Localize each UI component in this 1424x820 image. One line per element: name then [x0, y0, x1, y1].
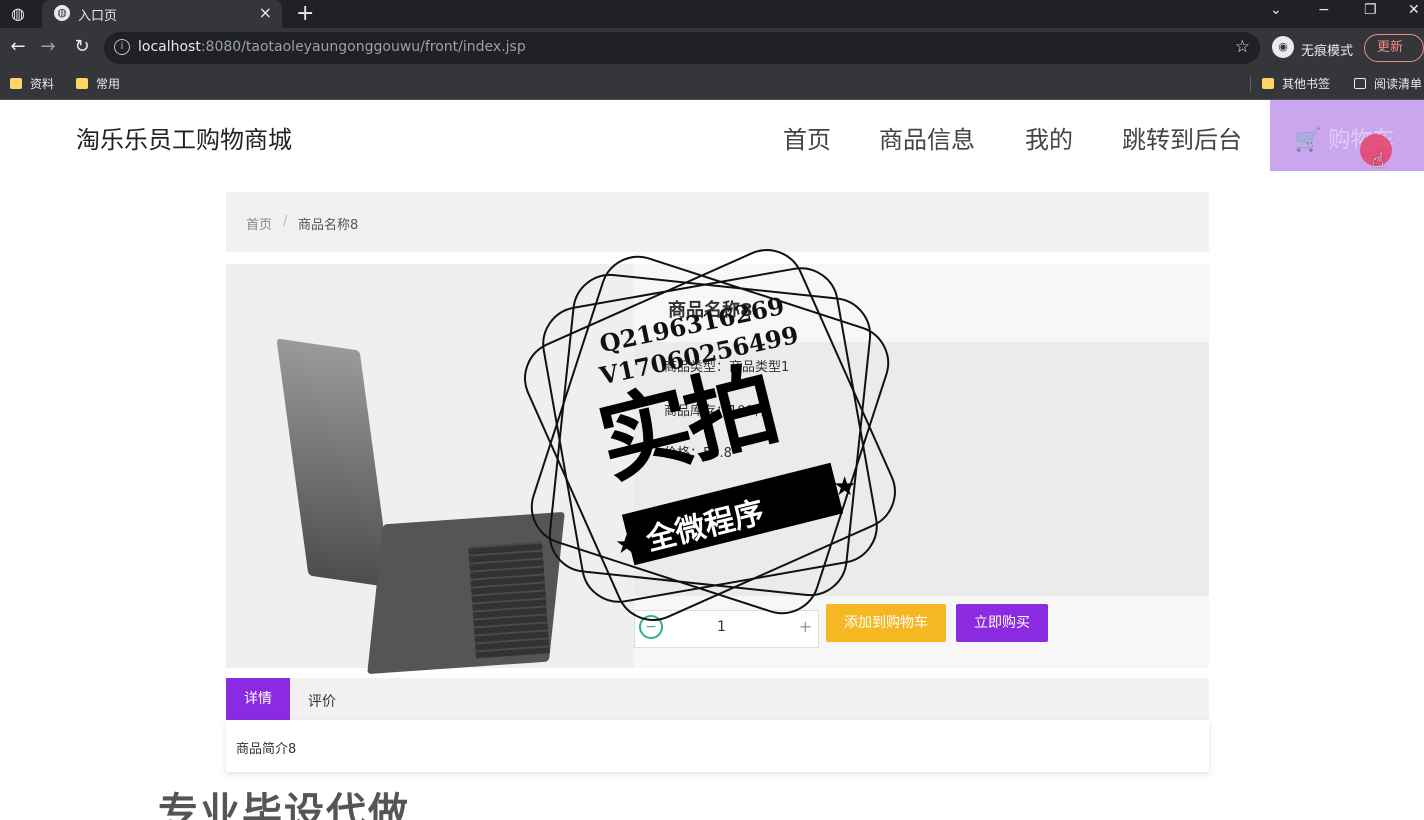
info-icon[interactable]: i [114, 39, 130, 55]
url-path: :8080/taotaoleyaungonggouwu/front/index.… [200, 39, 526, 55]
url-text[interactable]: localhost:8080/taotaoleyaungonggouwu/fro… [138, 39, 526, 55]
bookmark-label: 阅读清单 [1374, 77, 1423, 91]
reading-list-icon [1354, 78, 1366, 89]
nav-products[interactable]: 商品信息 [879, 120, 975, 155]
minimize-icon[interactable]: − [1318, 2, 1330, 18]
quantity-stepper[interactable]: − 1 + [634, 610, 819, 648]
breadcrumb-current: 商品名称8 [298, 218, 359, 233]
product-type: 商品类型：商品类型1 [664, 360, 790, 375]
new-tab-button[interactable]: + [296, 1, 314, 26]
folder-icon [10, 78, 22, 89]
bookmark-folder-changyong[interactable]: 常用 [76, 75, 120, 92]
reading-list[interactable]: 阅读清单 [1354, 75, 1422, 92]
cart-icon: 🛒 [1294, 128, 1322, 153]
folder-icon [76, 78, 88, 89]
forward-icon[interactable]: → [36, 36, 60, 57]
detail-tabs: 详情 评价 [226, 678, 1209, 720]
chevron-down-icon[interactable]: ⌄ [1270, 2, 1282, 18]
restore-icon[interactable]: ❐ [1364, 2, 1377, 18]
bookmarks-bar: 资料 常用 其他书签 阅读清单 [0, 68, 1424, 100]
add-to-cart-button[interactable]: 添加到购物车 [826, 604, 946, 642]
url-host: localhost [138, 39, 201, 55]
breadcrumb: 首页 / 商品名称8 [226, 192, 1209, 252]
product-details: 商品名称8 商品类型：商品类型1 商品库存：100件 价格：56.8 − 1 +… [634, 264, 1209, 668]
tab-detail[interactable]: 详情 [226, 678, 290, 720]
tab-review[interactable]: 评价 [308, 691, 336, 711]
cart-button[interactable]: 🛒 购物车 [1270, 100, 1424, 171]
bookmark-label: 其他书签 [1282, 77, 1331, 91]
bookmarks-divider [1250, 76, 1251, 92]
reload-icon[interactable]: ↻ [70, 36, 94, 57]
update-label: 更新 [1377, 40, 1404, 55]
browser-toolbar: ← → ↻ i localhost:8080/taotaoleyaungongg… [0, 28, 1424, 68]
laptop-lid [276, 338, 392, 588]
bookmark-label: 资料 [30, 77, 55, 91]
window-close-icon[interactable]: ✕ [1408, 2, 1420, 18]
product-stock: 商品库存：100件 [664, 404, 767, 419]
minus-icon[interactable]: − [639, 615, 663, 639]
quantity-value[interactable]: 1 [717, 619, 726, 635]
browser-tab-active[interactable]: ◍ 入口页 × [42, 0, 282, 28]
plus-icon[interactable]: + [799, 617, 812, 636]
site-brand[interactable]: 淘乐乐员工购物商城 [76, 120, 292, 155]
folder-icon [1262, 78, 1274, 89]
breadcrumb-home[interactable]: 首页 [246, 214, 272, 233]
product-info-panel: 商品类型：商品类型1 商品库存：100件 价格：56.8 − 1 + 添加到购物… [634, 342, 1209, 648]
tab-title: 入口页 [78, 9, 118, 24]
bookmark-star-icon[interactable]: ☆ [1235, 37, 1250, 57]
globe-icon: ◍ [54, 5, 70, 21]
page-content: 淘乐乐员工购物商城 首页 商品信息 我的 跳转到后台 🛒 购物车 ☝ 首页 / … [0, 100, 1424, 820]
product-price: 价格：56.8 [664, 446, 732, 461]
incognito-label: 无痕模式 [1301, 44, 1354, 59]
watermark-bottom-text: 专业毕设代做 [158, 790, 410, 820]
product-image[interactable] [226, 264, 634, 675]
bookmark-label: 常用 [96, 77, 121, 91]
back-icon[interactable]: ← [6, 36, 30, 57]
product-name: 商品名称8 [668, 300, 753, 321]
pointer-hand-icon: ☝ [1372, 148, 1385, 172]
nav-mine[interactable]: 我的 [1025, 120, 1073, 155]
product-section: 商品名称8 商品类型：商品类型1 商品库存：100件 价格：56.8 − 1 +… [226, 264, 1209, 675]
product-intro: 商品简介8 [226, 720, 1209, 772]
breadcrumb-separator: / [283, 214, 288, 229]
globe-icon[interactable]: ◍ [8, 4, 28, 24]
browser-tab-strip: ◍ ◍ 入口页 × + ⌄ − ❐ ✕ [0, 0, 1424, 28]
product-intro-text: 商品简介8 [236, 742, 297, 757]
close-icon[interactable]: × [259, 3, 272, 22]
nav-home[interactable]: 首页 [783, 120, 831, 155]
buy-now-button[interactable]: 立即购买 [956, 604, 1048, 642]
bookmark-folder-ziliao[interactable]: 资料 [10, 75, 54, 92]
incognito-icon[interactable]: ◉ [1272, 36, 1294, 58]
update-button[interactable]: 更新 [1364, 34, 1424, 62]
laptop-keyboard [468, 541, 550, 659]
bookmark-other[interactable]: 其他书签 [1262, 75, 1330, 92]
address-bar[interactable]: i localhost:8080/taotaoleyaungonggouwu/f… [104, 32, 1260, 64]
nav-admin[interactable]: 跳转到后台 [1122, 120, 1242, 155]
